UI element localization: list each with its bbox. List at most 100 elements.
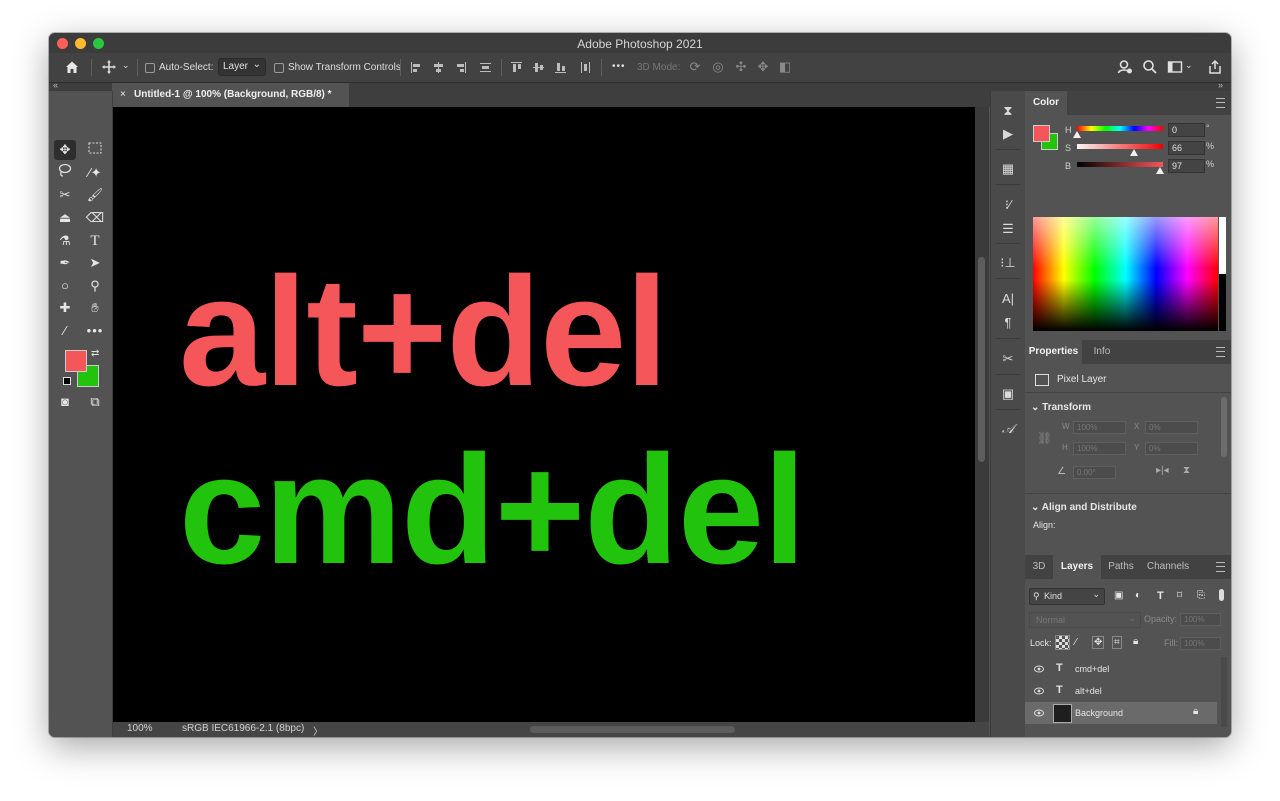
canvas-area[interactable]: alt+del cmd+del xyxy=(113,107,975,722)
color-spectrum[interactable] xyxy=(1033,217,1226,331)
visibility-eye-icon[interactable] xyxy=(1034,664,1044,674)
brush-tool-icon[interactable]: 🖌︎ xyxy=(84,185,106,205)
distribute-horizontally-icon[interactable] xyxy=(580,62,591,73)
glyphs-icon[interactable]: 𝒜 xyxy=(998,419,1018,439)
expand-icon[interactable]: » xyxy=(1218,80,1223,90)
default-colors-icon[interactable] xyxy=(63,377,71,385)
eyedropper-tool-icon[interactable]: ⁄ xyxy=(54,321,76,341)
filter-pixel-icon[interactable]: ▣ xyxy=(1114,590,1123,601)
paragraph-icon[interactable]: ¶ xyxy=(998,313,1018,333)
marquee-tool-icon[interactable] xyxy=(84,140,106,160)
home-icon[interactable] xyxy=(64,59,80,75)
tab-channels[interactable]: Channels xyxy=(1141,555,1195,579)
align-left-edges-icon[interactable] xyxy=(411,62,422,73)
magic-wand-tool-icon[interactable]: ⁄✦ xyxy=(84,163,106,183)
show-transform-controls-checkbox[interactable] xyxy=(274,63,284,73)
angle-field[interactable]: 0.00° xyxy=(1073,466,1116,479)
align-distribute-section-header[interactable]: ⌄ Align and Distribute xyxy=(1031,502,1137,513)
align-right-edges-icon[interactable] xyxy=(455,62,466,73)
x-field[interactable]: 0% xyxy=(1145,421,1198,434)
layers-scroll-track[interactable] xyxy=(1221,657,1227,727)
height-field[interactable]: 100% xyxy=(1073,442,1126,455)
tab-properties[interactable]: Properties xyxy=(1025,340,1082,364)
workspace-icon[interactable] xyxy=(1167,59,1183,75)
history-icon[interactable]: ⧗ xyxy=(998,101,1018,121)
eyedropper-crop-tool-icon[interactable]: ✂ xyxy=(54,185,76,205)
filter-shape-icon[interactable]: ⌑ xyxy=(1177,590,1182,601)
actions-play-icon[interactable]: ▶ xyxy=(998,124,1018,144)
character-icon[interactable]: A| xyxy=(998,289,1018,309)
document-tab[interactable]: × Untitled-1 @ 100% (Background, RGB/8) … xyxy=(113,83,349,107)
chevron-down-icon[interactable]: ⌄ xyxy=(122,60,130,71)
layer-row-alt-del[interactable]: T alt+del xyxy=(1025,680,1217,702)
lock-icon[interactable]: 🔒︎ xyxy=(1193,706,1198,717)
canvas-text-alt-del[interactable]: alt+del xyxy=(179,247,668,417)
pen-tool-icon[interactable]: ✒ xyxy=(54,253,76,273)
path-selection-tool-icon[interactable]: ➤ xyxy=(84,253,106,273)
paint-bucket-tool-icon[interactable]: ⚗ xyxy=(54,231,76,251)
eraser-tool-icon[interactable]: ⌫ xyxy=(84,208,106,228)
more-tools-icon[interactable]: ••• xyxy=(84,321,106,341)
notes-icon[interactable]: ▣ xyxy=(998,384,1018,404)
filter-toggle[interactable] xyxy=(1219,589,1224,601)
swatches-grid-icon[interactable]: ▦ xyxy=(998,159,1018,179)
tab-info[interactable]: Info xyxy=(1082,340,1122,364)
align-vertical-centers-icon[interactable] xyxy=(533,62,544,73)
scale-3d-icon[interactable]: ◧ xyxy=(777,59,793,75)
lasso-tool-icon[interactable] xyxy=(54,163,76,183)
brightness-slider-knob[interactable] xyxy=(1156,167,1165,174)
hue-slider-knob[interactable] xyxy=(1073,131,1081,138)
layer-row-background[interactable]: Background 🔒︎ xyxy=(1025,702,1217,724)
roll-3d-icon[interactable]: ◎ xyxy=(710,59,726,75)
tab-3d[interactable]: 3D xyxy=(1025,555,1053,579)
brushes-icon[interactable]: ⁝⁄ xyxy=(998,195,1018,215)
flip-horizontal-icon[interactable]: ▸|◂ xyxy=(1156,465,1169,476)
type-tool-icon[interactable]: T xyxy=(84,231,106,251)
share-icon[interactable] xyxy=(1207,59,1223,75)
clone-stamp-tool-icon[interactable]: ⏏ xyxy=(54,208,76,228)
color-panel-foreground-swatch[interactable] xyxy=(1033,125,1050,142)
lock-image-pixels-icon[interactable]: ⁄ xyxy=(1075,637,1077,648)
hand-tool-icon[interactable]: ✋︎ xyxy=(84,298,106,318)
align-top-edges-icon[interactable] xyxy=(511,62,522,73)
move-tool-icon[interactable]: ✥ xyxy=(54,140,76,160)
drag-3d-icon[interactable]: ✣ xyxy=(733,59,749,75)
saturation-value-field[interactable]: 66 xyxy=(1168,141,1205,155)
slide-3d-icon[interactable]: ✥ xyxy=(755,59,771,75)
layer-row-cmd-del[interactable]: T cmd+del xyxy=(1025,658,1217,680)
align-horizontal-centers-icon[interactable] xyxy=(433,62,444,73)
panel-menu-icon[interactable] xyxy=(1216,562,1225,572)
ellipse-tool-icon[interactable]: ○ xyxy=(54,276,76,296)
panel-menu-icon[interactable] xyxy=(1216,98,1225,108)
quick-mask-icon[interactable]: ◙ xyxy=(54,392,76,412)
document-canvas[interactable]: alt+del cmd+del xyxy=(113,107,975,722)
layer-filter-dropdown[interactable]: ⚲ Kind ⌄ xyxy=(1029,588,1105,605)
filter-type-icon[interactable]: T xyxy=(1157,590,1164,602)
healing-brush-tool-icon[interactable]: ✚ xyxy=(54,298,76,318)
brush-settings-icon[interactable]: ☰ xyxy=(998,219,1018,239)
flip-vertical-icon[interactable]: ⧗ xyxy=(1183,465,1190,476)
lock-all-icon[interactable]: 🔒︎ xyxy=(1133,636,1138,647)
lock-artboard-icon[interactable]: ⌗ xyxy=(1112,636,1122,649)
hue-slider-track[interactable] xyxy=(1077,126,1163,131)
share-user-icon[interactable] xyxy=(1117,59,1133,75)
canvas-text-cmd-del[interactable]: cmd+del xyxy=(179,425,806,595)
chevron-down-icon[interactable]: ⌄ xyxy=(1185,60,1193,71)
lock-transparent-pixels-icon[interactable] xyxy=(1055,635,1070,650)
y-field[interactable]: 0% xyxy=(1145,442,1198,455)
align-bottom-edges-icon[interactable] xyxy=(555,62,566,73)
brightness-slider-track[interactable] xyxy=(1077,162,1163,167)
close-tab-icon[interactable]: × xyxy=(120,83,126,107)
more-options-button[interactable]: ••• xyxy=(612,61,626,72)
properties-scroll-thumb[interactable] xyxy=(1221,397,1227,457)
search-icon[interactable] xyxy=(1142,59,1158,75)
horizontal-scroll-thumb[interactable] xyxy=(530,726,735,733)
tab-color[interactable]: Color xyxy=(1025,91,1067,115)
visibility-eye-icon[interactable] xyxy=(1034,686,1044,696)
panel-menu-icon[interactable] xyxy=(1216,347,1225,357)
auto-select-checkbox[interactable] xyxy=(145,63,155,73)
status-menu-arrow[interactable]: 〉 xyxy=(313,723,323,737)
blend-mode-dropdown[interactable]: Normal ⌄ xyxy=(1029,612,1141,628)
lock-position-icon[interactable]: ✥ xyxy=(1092,636,1105,649)
transform-section-header[interactable]: ⌄ Transform xyxy=(1031,402,1091,413)
